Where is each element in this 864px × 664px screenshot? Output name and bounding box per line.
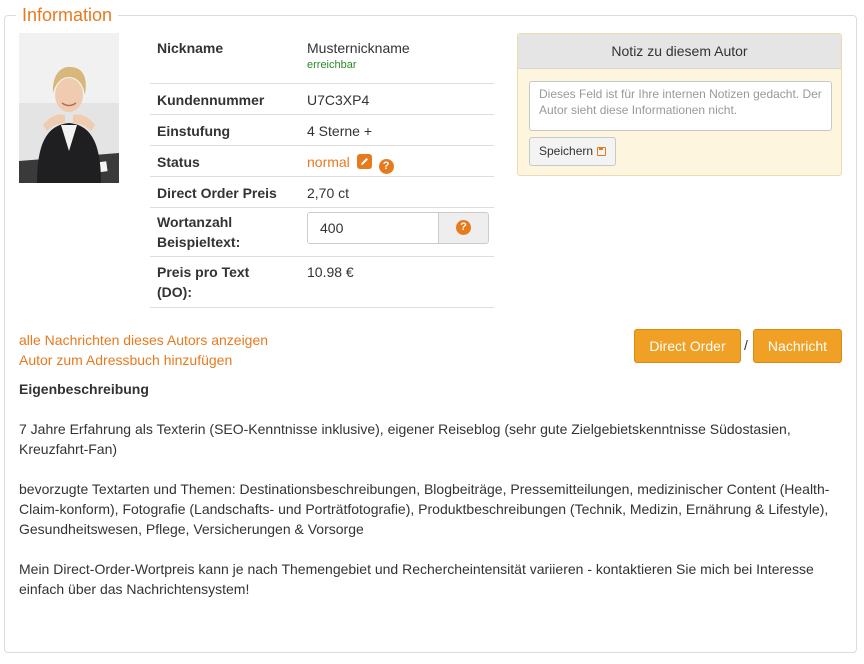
einstufung-value: 4 Sterne +	[307, 114, 494, 146]
author-photo-image	[19, 33, 119, 183]
description-paragraph-1: 7 Jahre Erfahrung als Texterin (SEO-Kenn…	[19, 421, 791, 457]
row-wortanzahl: Wortanzahl Beispieltext: ?	[150, 207, 494, 257]
status-value: normal	[307, 153, 350, 170]
add-to-addressbook-link[interactable]: Autor zum Adressbuch hinzufügen	[19, 350, 268, 370]
row-kundennummer: Kundennummer U7C3XP4	[150, 83, 494, 115]
wortanzahl-label-line2: Beispieltext:	[157, 233, 241, 250]
status-cell: normal ?	[307, 145, 494, 177]
wortanzahl-label: Wortanzahl Beispieltext:	[150, 207, 307, 257]
nickname-cell: Musternickname erreichbar	[307, 33, 494, 84]
wortanzahl-label-line1: Wortanzahl	[157, 213, 233, 230]
preis-label-line2: (DO):	[157, 283, 192, 300]
preis-label-line1: Preis pro Text	[157, 263, 250, 280]
wortanzahl-cell: ?	[307, 207, 494, 257]
note-textarea[interactable]	[529, 81, 832, 131]
description-paragraph-2: bevorzugte Textarten und Themen: Destina…	[19, 481, 830, 537]
direct-order-button[interactable]: Direct Order	[634, 329, 741, 363]
preis-label: Preis pro Text (DO):	[150, 256, 307, 308]
online-status: erreichbar	[307, 59, 357, 71]
author-info-table: Nickname Musternickname erreichbar Kunde…	[150, 33, 494, 308]
description-title: Eigenbeschreibung	[19, 381, 149, 397]
pencil-icon[interactable]	[356, 153, 372, 169]
preis-value: 10.98 €	[307, 256, 494, 308]
author-links: alle Nachrichten dieses Autors anzeigen …	[19, 330, 268, 370]
row-direct-order-price: Direct Order Preis 2,70 ct	[150, 176, 494, 208]
direct-order-price-label: Direct Order Preis	[150, 176, 307, 208]
direct-order-price-value: 2,70 ct	[307, 176, 494, 208]
row-einstufung: Einstufung 4 Sterne +	[150, 114, 494, 146]
nickname-label: Nickname	[150, 33, 307, 84]
row-nickname: Nickname Musternickname erreichbar	[150, 33, 494, 84]
all-messages-link[interactable]: alle Nachrichten dieses Autors anzeigen	[19, 330, 268, 350]
kundennummer-label: Kundennummer	[150, 83, 307, 115]
author-note-box: Notiz zu diesem Autor Speichern	[517, 33, 842, 176]
question-icon[interactable]: ?	[456, 220, 471, 235]
question-icon[interactable]: ?	[378, 158, 394, 174]
note-title: Notiz zu diesem Autor	[518, 34, 841, 69]
button-separator: /	[744, 337, 748, 353]
panel-legend: Information	[16, 4, 119, 26]
wortanzahl-input-group: ?	[307, 211, 489, 244]
floppy-icon	[597, 147, 607, 156]
nickname-value: Musternickname	[307, 40, 410, 56]
save-button-label: Speichern	[539, 144, 594, 158]
save-button[interactable]: Speichern	[529, 137, 617, 166]
wortanzahl-help-button[interactable]: ?	[439, 212, 488, 243]
row-status: Status normal ?	[150, 145, 494, 177]
einstufung-label: Einstufung	[150, 114, 307, 146]
status-label: Status	[150, 145, 307, 177]
nachricht-button[interactable]: Nachricht	[753, 329, 842, 363]
row-preis-pro-text: Preis pro Text (DO): 10.98 €	[150, 256, 494, 308]
author-photo	[19, 33, 119, 183]
kundennummer-value: U7C3XP4	[307, 83, 494, 115]
wortanzahl-input[interactable]	[308, 212, 439, 243]
description-paragraph-3: Mein Direct-Order-Wortpreis kann je nach…	[19, 561, 814, 597]
